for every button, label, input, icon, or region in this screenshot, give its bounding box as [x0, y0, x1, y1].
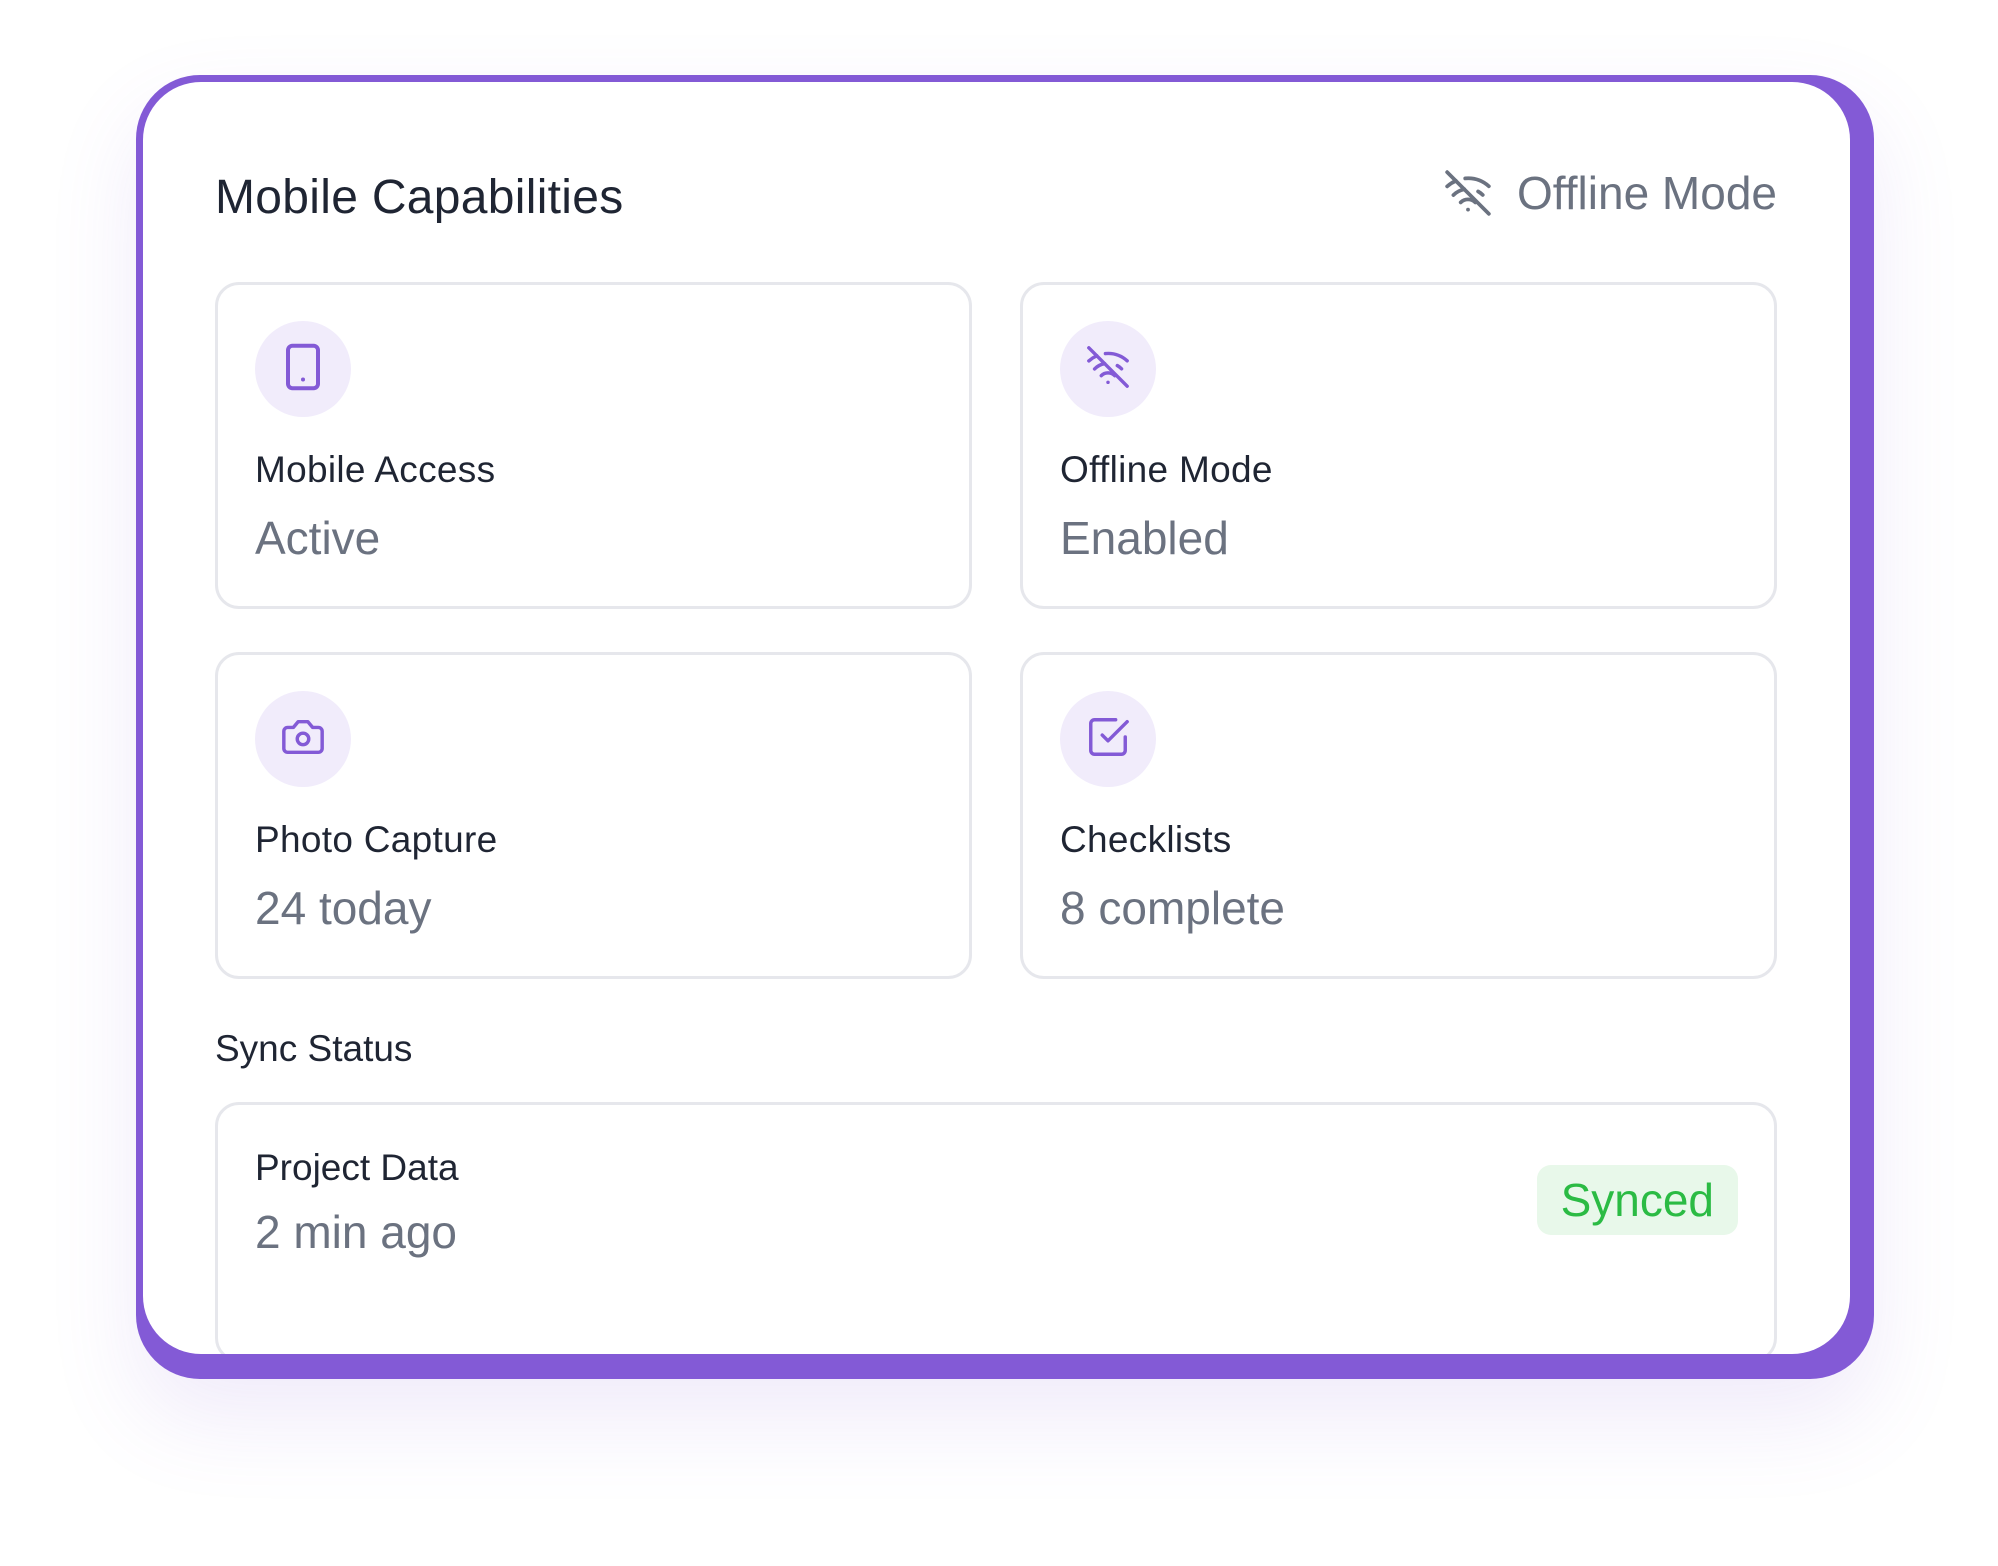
tile-label: Mobile Access [255, 449, 496, 490]
card-title: Mobile Capabilities [215, 171, 624, 224]
card-header: Mobile Capabilities Offline Mode [215, 160, 1777, 230]
wifi-off-icon [1443, 168, 1493, 218]
check-square-icon [1085, 714, 1131, 765]
tablet-icon [283, 342, 323, 397]
tile-icon-background [255, 321, 351, 417]
sync-item-name: Project Data [255, 1147, 459, 1188]
offline-mode-label: Offline Mode [1517, 167, 1777, 219]
camera-icon [280, 714, 326, 765]
tile-label: Offline Mode [1060, 449, 1273, 490]
tile-checklists[interactable]: Checklists 8 complete [1020, 652, 1777, 979]
capabilities-card: Mobile Capabilities Offline Mode Mobile … [143, 82, 1850, 1354]
capabilities-card-frame: Mobile Capabilities Offline Mode Mobile … [136, 75, 1874, 1379]
stage: Mobile Capabilities Offline Mode Mobile … [0, 0, 1998, 1566]
tile-value: Active [255, 512, 381, 564]
tile-icon-background [255, 691, 351, 787]
tile-value: 24 today [255, 882, 432, 934]
wifi-off-icon [1085, 344, 1131, 395]
sync-status-badge: Synced [1536, 1165, 1738, 1235]
tile-value: Enabled [1060, 512, 1229, 564]
tile-mobile-access[interactable]: Mobile Access Active [215, 282, 972, 609]
sync-status-heading: Sync Status [215, 1028, 413, 1069]
tile-photo-capture[interactable]: Photo Capture 24 today [215, 652, 972, 979]
tile-offline-mode[interactable]: Offline Mode Enabled [1020, 282, 1777, 609]
tile-icon-background [1060, 691, 1156, 787]
sync-item-time: 2 min ago [255, 1206, 458, 1258]
tile-value: 8 complete [1060, 882, 1286, 934]
tile-label: Checklists [1060, 819, 1232, 860]
tile-icon-background [1060, 321, 1156, 417]
offline-mode-indicator: Offline Mode [1443, 166, 1777, 220]
tile-label: Photo Capture [255, 819, 498, 860]
sync-item-project-data[interactable]: Project Data 2 min ago Synced [215, 1102, 1777, 1354]
